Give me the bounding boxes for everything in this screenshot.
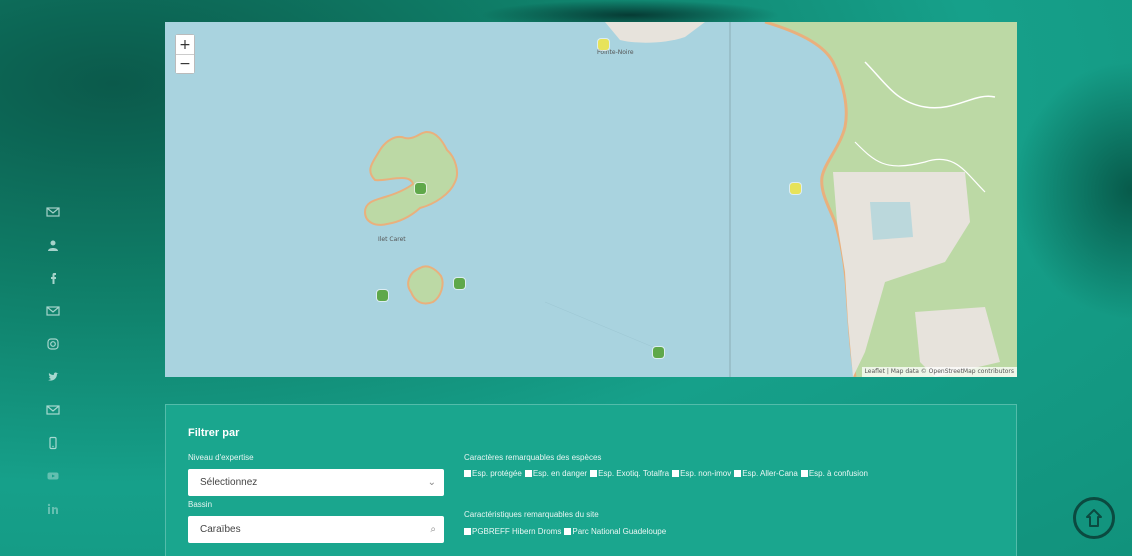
checkbox-box[interactable] xyxy=(564,528,572,535)
checkbox-box[interactable] xyxy=(590,470,598,477)
phone-icon[interactable] xyxy=(46,436,60,450)
zoom-in-button[interactable]: + xyxy=(176,35,194,54)
checkbox-label: Esp. protégée xyxy=(472,469,522,478)
map-marker[interactable] xyxy=(653,347,664,358)
map-marker[interactable] xyxy=(454,278,465,289)
search-icon: ⌕ xyxy=(430,524,436,535)
social-icon-column xyxy=(44,205,62,516)
youtube-icon[interactable] xyxy=(46,469,60,483)
twitter-icon[interactable] xyxy=(46,370,60,384)
species-checkbox[interactable]: Esp. à confusion xyxy=(800,469,868,478)
species-checkbox-row: Esp. protégée Esp. en danger Esp. Exotiq… xyxy=(464,469,871,478)
checkbox-label: PGBREFF Hibern Droms xyxy=(472,527,562,536)
checkbox-label: Parc National Guadeloupe xyxy=(572,527,667,536)
basin-select-value: Caraïbes xyxy=(200,524,241,535)
species-checkbox[interactable]: Esp. en danger xyxy=(524,469,588,478)
checkbox-box[interactable] xyxy=(672,470,680,477)
map-tiles xyxy=(363,22,1017,377)
mail-icon[interactable] xyxy=(46,403,60,417)
map-marker[interactable] xyxy=(377,290,388,301)
level-select[interactable]: Sélectionnez ⌄ xyxy=(188,469,444,496)
basin-select[interactable]: Caraïbes ⌕ xyxy=(188,516,444,543)
checkbox-label: Esp. non-imov xyxy=(680,469,732,478)
mail-icon[interactable] xyxy=(46,304,60,318)
filter-panel: Filtrer par Niveau d'expertise Sélection… xyxy=(165,404,1017,556)
species-checkbox[interactable]: Esp. Exotiq. Totalfra xyxy=(590,469,669,478)
mail-icon[interactable] xyxy=(46,205,60,219)
species-checkbox[interactable]: Esp. Aller-Cana xyxy=(734,469,798,478)
zoom-out-button[interactable]: − xyxy=(176,54,194,73)
instagram-icon[interactable] xyxy=(46,337,60,351)
basin-label: Bassin xyxy=(188,500,213,509)
scroll-to-top-button[interactable] xyxy=(1073,497,1115,539)
town-label: Pointe-Noire xyxy=(597,49,634,56)
checkbox-label: Esp. à confusion xyxy=(808,469,868,478)
zoom-control: + − xyxy=(175,34,195,74)
map-marker[interactable] xyxy=(598,39,609,50)
map-attribution[interactable]: Leaflet | Map data © OpenStreetMap contr… xyxy=(861,367,1017,377)
level-select-value: Sélectionnez xyxy=(200,477,258,488)
site-features-label: Caractéristiques remarquables du site xyxy=(464,510,599,519)
linkedin-icon[interactable] xyxy=(46,502,60,516)
checkbox-box[interactable] xyxy=(734,470,742,477)
chevron-down-icon: ⌄ xyxy=(427,477,436,488)
species-features-label: Caractères remarquables des espèces xyxy=(464,453,602,462)
checkbox-label: Esp. Exotiq. Totalfra xyxy=(598,469,670,478)
island-label: Ilet Caret xyxy=(378,236,406,243)
background-shade xyxy=(1012,60,1132,320)
checkbox-label: Esp. en danger xyxy=(532,469,588,478)
user-icon[interactable] xyxy=(46,238,60,252)
facebook-icon[interactable] xyxy=(46,271,60,285)
site-checkbox-row: PGBREFF Hibern Droms Parc National Guade… xyxy=(464,527,669,536)
species-checkbox[interactable]: Esp. protégée xyxy=(464,469,522,478)
site-checkbox[interactable]: PGBREFF Hibern Droms xyxy=(464,527,561,536)
checkbox-box[interactable] xyxy=(464,528,471,535)
checkbox-label: Esp. Aller-Cana xyxy=(742,469,798,478)
map-marker[interactable] xyxy=(415,183,426,194)
checkbox-box[interactable] xyxy=(524,470,532,477)
map-view[interactable]: + − Ilet Caret Pointe-Noire Leaflet | Ma… xyxy=(165,22,1017,377)
arrow-up-icon xyxy=(1086,509,1102,527)
checkbox-box[interactable] xyxy=(464,470,471,477)
site-checkbox[interactable]: Parc National Guadeloupe xyxy=(564,527,666,536)
species-checkbox[interactable]: Esp. non-imov xyxy=(672,469,731,478)
filter-title: Filtrer par xyxy=(188,427,240,439)
checkbox-box[interactable] xyxy=(800,470,808,477)
map-marker[interactable] xyxy=(790,183,801,194)
level-label: Niveau d'expertise xyxy=(188,453,254,462)
